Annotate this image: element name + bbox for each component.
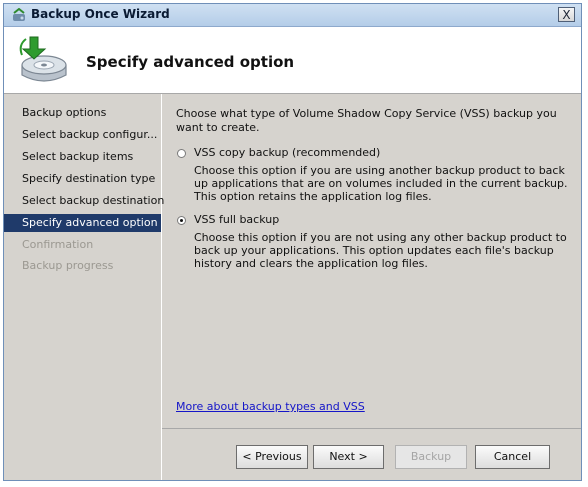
vss-full-backup-radio[interactable] <box>177 216 186 225</box>
nav-step-select-backup-items[interactable]: Select backup items <box>4 148 161 166</box>
vss-copy-backup-label[interactable]: VSS copy backup (recommended) <box>194 146 380 159</box>
vss-full-backup-label[interactable]: VSS full backup <box>194 213 279 226</box>
close-icon: X <box>562 8 571 22</box>
wizard-window: Backup Once Wizard X Specify advanced op… <box>3 3 582 481</box>
next-button[interactable]: Next > <box>313 445 384 469</box>
wizard-header: Specify advanced option <box>4 27 581 94</box>
nav-step-confirmation: Confirmation <box>22 238 94 251</box>
content-panel: Choose what type of Volume Shadow Copy S… <box>162 94 581 428</box>
nav-step-select-backup-destination[interactable]: Select backup destination <box>4 192 164 210</box>
nav-step-backup-progress: Backup progress <box>22 259 114 272</box>
nav-step-select-backup-configuration[interactable]: Select backup configur... <box>4 126 161 144</box>
backup-button: Backup <box>395 445 467 469</box>
title-bar[interactable]: Backup Once Wizard X <box>4 4 581 27</box>
page-title: Specify advanced option <box>86 53 295 71</box>
footer-divider <box>162 428 581 429</box>
nav-step-specify-destination-type[interactable]: Specify destination type <box>4 170 161 188</box>
wizard-steps-nav: Backup options Select backup configur...… <box>4 94 164 480</box>
previous-button[interactable]: < Previous <box>236 445 308 469</box>
intro-text: Choose what type of Volume Shadow Copy S… <box>176 107 557 134</box>
backup-types-help-link[interactable]: More about backup types and VSS <box>176 400 365 413</box>
backup-app-icon <box>13 8 25 21</box>
radio-selected-dot <box>180 219 183 222</box>
backup-disk-arrow-icon <box>19 36 67 82</box>
window-title: Backup Once Wizard <box>31 7 170 21</box>
vss-copy-backup-radio[interactable] <box>177 149 186 158</box>
vss-copy-backup-description: Choose this option if you are using anot… <box>194 164 568 203</box>
close-button[interactable]: X <box>558 7 575 22</box>
nav-step-backup-options[interactable]: Backup options <box>4 104 161 122</box>
cancel-button[interactable]: Cancel <box>475 445 550 469</box>
vss-full-backup-description: Choose this option if you are not using … <box>194 231 567 270</box>
nav-step-specify-advanced-option[interactable]: Specify advanced option <box>4 214 161 232</box>
